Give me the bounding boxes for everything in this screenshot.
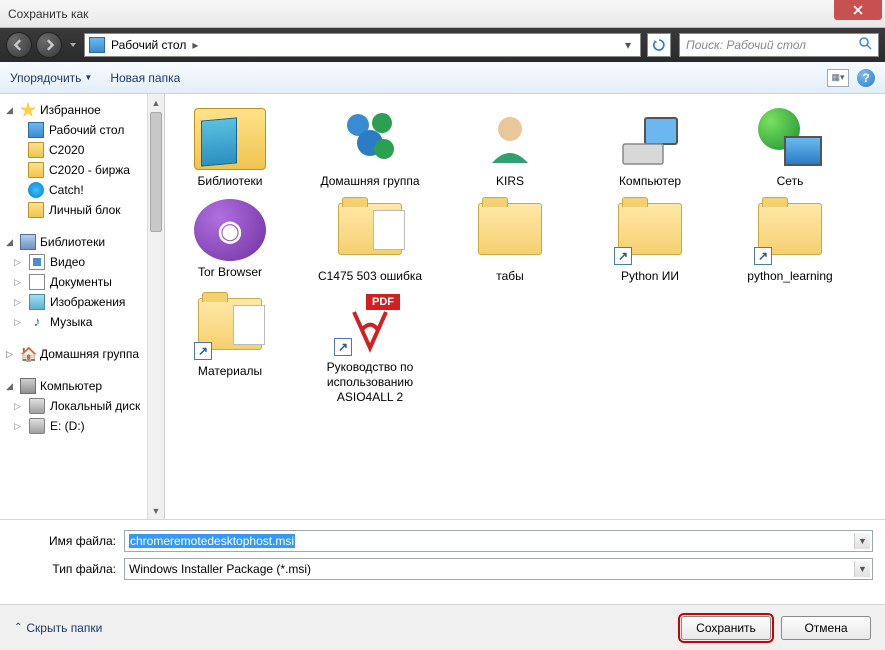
sidebar-item-desktop[interactable]: Рабочий стол [0,120,164,140]
organize-menu[interactable]: Упорядочить▼ [10,71,92,85]
file-item[interactable]: C1475 503 ошибка [315,199,425,284]
search-placeholder: Поиск: Рабочий стол [686,38,806,52]
shortcut-arrow-icon: ↗ [754,247,772,265]
file-item[interactable]: PDF↗Руководство по использованию ASIO4AL… [315,294,425,405]
window-title: Сохранить как [8,7,88,21]
refresh-button[interactable] [647,33,671,57]
sidebar-item-catch[interactable]: Catch! [0,180,164,200]
close-button[interactable] [834,0,882,20]
filename-drop[interactable]: ▼ [854,533,870,549]
breadcrumb-arrow[interactable]: ▸ [192,38,198,52]
shortcut-arrow-icon: ↗ [614,247,632,265]
sidebar-item-drive-e[interactable]: ▷E: (D:) [0,416,164,436]
desktop-icon [89,37,105,53]
file-item-label: Tor Browser [175,265,285,280]
search-input[interactable]: Поиск: Рабочий стол [679,33,879,57]
folder-icon [28,142,44,158]
file-pane[interactable]: Библиотеки Домашняя группа KIRS Компьютер Се… [165,94,885,519]
sidebar-libraries-header[interactable]: ◢Библиотеки [0,232,164,252]
file-item-label: Сеть [735,174,845,189]
sidebar-item-images[interactable]: ▷Изображения [0,292,164,312]
images-icon [29,294,45,310]
file-item[interactable]: ↗ Python ИИ [595,199,705,284]
help-button[interactable]: ? [857,69,875,87]
file-item[interactable]: Компьютер [595,108,705,189]
sidebar-favorites-header[interactable]: ◢Избранное [0,100,164,120]
filetype-drop[interactable]: ▼ [854,561,870,577]
nav-history-drop[interactable] [66,32,80,58]
sidebar-item-c2020[interactable]: C2020 [0,140,164,160]
disk-icon [29,418,45,434]
file-item[interactable]: ↗ python_learning [735,199,845,284]
catch-icon [28,182,44,198]
shortcut-arrow-icon: ↗ [334,338,352,356]
footer: ⌃ Скрыть папки Сохранить Отмена [0,604,885,650]
file-item-label: KIRS [455,174,565,189]
toolbar: Упорядочить▼ Новая папка ▦▾ ? [0,62,885,94]
music-icon: ♪ [29,314,45,330]
sidebar-item-c2020-exchange[interactable]: C2020 - биржа [0,160,164,180]
file-item-label: Python ИИ [595,269,705,284]
desktop-icon [28,122,44,138]
file-item-label: C1475 503 ошибка [315,269,425,284]
file-item[interactable]: табы [455,199,565,284]
computer-icon [20,378,36,394]
file-item[interactable]: ◉Tor Browser [175,199,285,284]
sidebar: ◢Избранное Рабочий стол C2020 C2020 - би… [0,94,165,519]
save-button[interactable]: Сохранить [681,616,771,640]
filetype-value: Windows Installer Package (*.msi) [129,562,311,576]
libraries-icon [20,234,36,250]
video-icon [29,254,45,270]
nav-bar: Рабочий стол ▸ ▾ Поиск: Рабочий стол [0,28,885,62]
filename-label: Имя файла: [12,534,124,548]
save-form: Имя файла: chromeremotedesktophost.msi ▼… [0,519,885,580]
file-item-label: табы [455,269,565,284]
file-item-label: python_learning [735,269,845,284]
hide-folders-toggle[interactable]: ⌃ Скрыть папки [14,621,102,635]
folder-icon [28,202,44,218]
search-icon[interactable] [859,37,872,53]
file-item-label: Руководство по использованию ASIO4ALL 2 [315,360,425,405]
address-bar[interactable]: Рабочий стол ▸ ▾ [84,33,641,57]
document-icon [29,274,45,290]
sidebar-item-documents[interactable]: ▷Документы [0,272,164,292]
file-item[interactable]: Библиотеки [175,108,285,189]
address-location: Рабочий стол [111,38,186,52]
forward-button[interactable] [36,32,62,58]
cancel-button[interactable]: Отмена [781,616,871,640]
sidebar-item-personal[interactable]: Личный блок [0,200,164,220]
file-item-label: Материалы [175,364,285,379]
file-item-label: Компьютер [595,174,705,189]
view-options-button[interactable]: ▦▾ [827,69,849,87]
sidebar-item-localdisk[interactable]: ▷Локальный диск [0,396,164,416]
file-item[interactable]: Сеть [735,108,845,189]
sidebar-scrollbar[interactable]: ▲▼ [147,94,164,519]
titlebar: Сохранить как [0,0,885,28]
disk-icon [29,398,45,414]
shortcut-arrow-icon: ↗ [194,342,212,360]
new-folder-button[interactable]: Новая папка [110,71,180,85]
file-item-label: Библиотеки [175,174,285,189]
file-item[interactable]: Домашняя группа [315,108,425,189]
sidebar-computer-header[interactable]: ◢Компьютер [0,376,164,396]
sidebar-item-music[interactable]: ▷♪Музыка [0,312,164,332]
star-icon [20,102,36,118]
file-item[interactable]: ↗ Материалы [175,294,285,405]
filename-value: chromeremotedesktophost.msi [129,534,295,548]
address-drop[interactable]: ▾ [620,38,636,52]
back-button[interactable] [6,32,32,58]
filetype-label: Тип файла: [12,562,124,576]
filename-input[interactable]: chromeremotedesktophost.msi ▼ [124,530,873,552]
file-item-label: Домашняя группа [315,174,425,189]
file-item[interactable]: KIRS [455,108,565,189]
sidebar-item-video[interactable]: ▷Видео [0,252,164,272]
chevron-up-icon: ⌃ [14,622,22,633]
sidebar-homegroup-header[interactable]: ▷🏠Домашняя группа [0,344,164,364]
homegroup-icon: 🏠 [20,346,36,362]
filetype-select[interactable]: Windows Installer Package (*.msi) ▼ [124,558,873,580]
folder-icon [28,162,44,178]
